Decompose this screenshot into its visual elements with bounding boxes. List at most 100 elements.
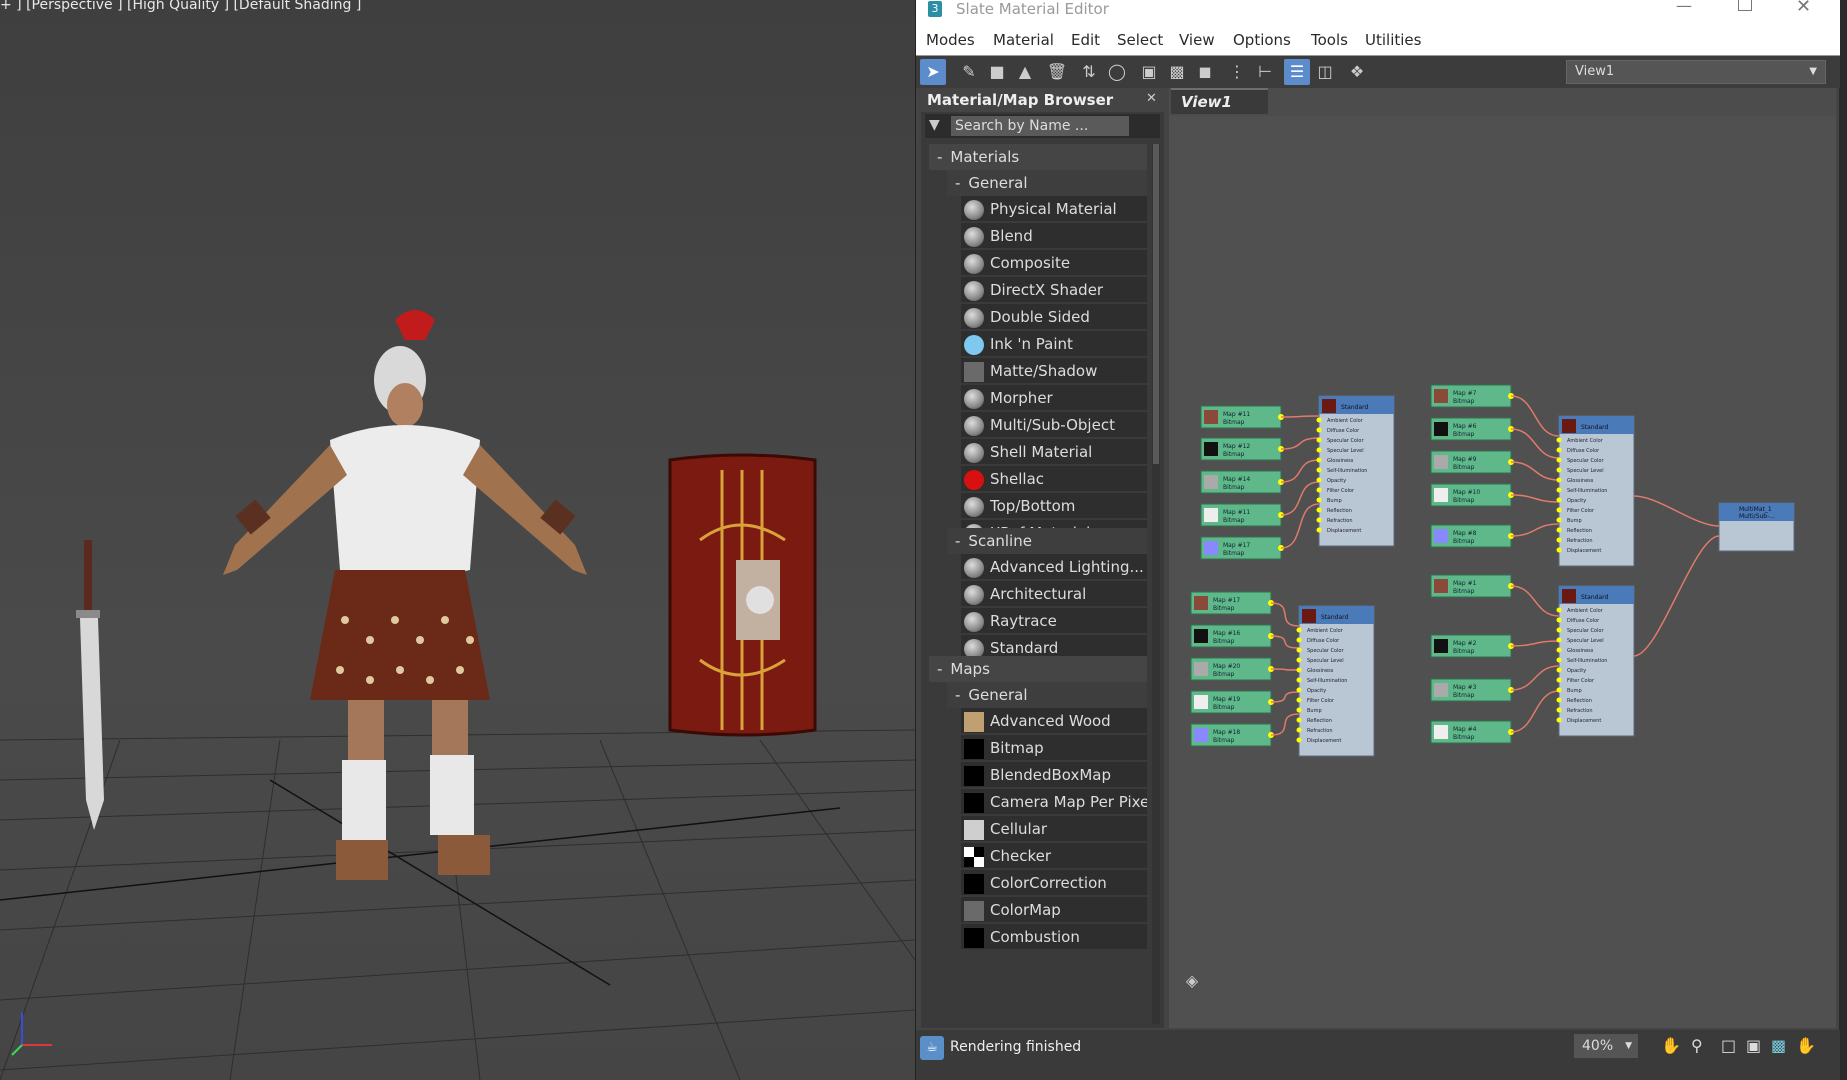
menu-modes[interactable]: Modes (926, 31, 975, 49)
material-item[interactable]: Ink 'n Paint (961, 331, 1147, 357)
show-background-icon[interactable]: ▩ (1164, 59, 1190, 85)
node-canvas[interactable]: Map #11 Bitmap Map #12 Bitmap Map #14 Bitmap M… (1169, 116, 1836, 1028)
layout-all-icon[interactable]: ⋮ (1224, 59, 1250, 85)
map-node-name[interactable]: Map #11 (1223, 509, 1250, 516)
pick-material-icon[interactable]: ✎ (956, 59, 982, 85)
map-item[interactable]: Cellular (961, 816, 1147, 842)
material-browser-toggle-icon[interactable]: ☰ (1284, 59, 1310, 85)
map-node-type[interactable]: Bitmap (1223, 484, 1245, 491)
map-node-name[interactable]: Map #11 (1223, 411, 1250, 418)
map-node-name[interactable]: Map #2 (1453, 640, 1477, 647)
menu-utilities[interactable]: Utilities (1365, 31, 1421, 49)
zoom-level-dropdown[interactable]: 40% ▼ (1574, 1034, 1638, 1058)
map-node-name[interactable]: Map #6 (1453, 423, 1477, 430)
select-tool-icon[interactable]: ➤ (920, 59, 946, 85)
map-node-type[interactable]: Bitmap (1213, 704, 1235, 711)
map-node-name[interactable]: Map #3 (1453, 684, 1477, 691)
maximize-button[interactable] (1738, 0, 1752, 11)
select-by-material-icon[interactable]: ❖ (1344, 59, 1370, 85)
map-item[interactable]: Advanced Wood (961, 708, 1147, 734)
map-node-type[interactable]: Bitmap (1453, 692, 1475, 699)
map-node-type[interactable]: Bitmap (1453, 398, 1475, 405)
group-scanline[interactable]: - Scanline (947, 528, 1147, 554)
browser-close-icon[interactable]: ✕ (1146, 91, 1157, 106)
collapse-icon[interactable]: - (955, 174, 960, 192)
map-node-type[interactable]: Bitmap (1453, 497, 1475, 504)
delete-icon[interactable]: 🗑 (1044, 59, 1070, 85)
material-item[interactable]: Morpher (961, 385, 1147, 411)
material-item[interactable]: Composite (961, 250, 1147, 276)
map-item[interactable]: ColorCorrection (961, 870, 1147, 896)
tab-view1[interactable]: View1 (1171, 88, 1268, 114)
map-node-type[interactable]: Bitmap (1223, 419, 1245, 426)
map-node-name[interactable]: Map #14 (1223, 476, 1250, 483)
menu-options[interactable]: Options (1233, 31, 1291, 49)
map-item[interactable]: Checker (961, 843, 1147, 869)
map-node-type[interactable]: Bitmap (1453, 538, 1475, 545)
map-node-type[interactable]: Bitmap (1453, 431, 1475, 438)
group-materials-general[interactable]: - General (947, 170, 1147, 196)
browser-scrollbar[interactable] (1152, 144, 1160, 1024)
map-node-name[interactable]: Map #19 (1213, 696, 1240, 703)
material-node-type[interactable]: Standard (1321, 614, 1348, 621)
map-node-type[interactable]: Bitmap (1453, 464, 1475, 471)
collapse-icon[interactable]: - (937, 148, 942, 166)
browser-search-bar[interactable]: ▼ Search by Name ... (925, 114, 1160, 138)
pan-to-selected-icon[interactable]: ✋ (1796, 1036, 1816, 1055)
map-item[interactable]: BlendedBoxMap (961, 762, 1147, 788)
material-node-type[interactable]: Standard (1581, 594, 1608, 601)
map-node-name[interactable]: Map #8 (1453, 530, 1477, 537)
map-node-name[interactable]: Map #9 (1453, 456, 1477, 463)
menu-tools[interactable]: Tools (1311, 31, 1348, 49)
material-item[interactable]: Top/Bottom (961, 493, 1147, 519)
material-item[interactable]: Shellac (961, 466, 1147, 492)
map-node-type[interactable]: Bitmap (1223, 550, 1245, 557)
map-node-type[interactable]: Bitmap (1213, 638, 1235, 645)
map-node-type[interactable]: Bitmap (1213, 605, 1235, 612)
material-item[interactable]: Multi/Sub-Object (961, 412, 1147, 438)
multi-node-type[interactable]: Multi/Sub-... (1739, 513, 1775, 520)
put-to-scene-icon[interactable]: ■ (984, 59, 1010, 85)
zoom-extents-selected-icon[interactable]: ▩ (1771, 1036, 1786, 1055)
minimize-button[interactable]: — (1676, 0, 1692, 15)
map-node-type[interactable]: Bitmap (1213, 671, 1235, 678)
map-node-name[interactable]: Map #17 (1213, 597, 1240, 604)
material-item[interactable]: Double Sided (961, 304, 1147, 330)
map-node-name[interactable]: Map #4 (1453, 726, 1477, 733)
material-item[interactable]: Matte/Shadow (961, 358, 1147, 384)
perspective-viewport[interactable]: + ] [Perspective ] [High Quality ] [Defa… (0, 0, 915, 1080)
material-item[interactable]: Shell Material (961, 439, 1147, 465)
group-maps-general[interactable]: - General (947, 682, 1147, 708)
category-materials[interactable]: - Materials (929, 144, 1147, 170)
scanline-material-item[interactable]: Advanced Lighting... (961, 554, 1147, 580)
hide-unused-icon[interactable]: ◯ (1104, 59, 1130, 85)
move-children-icon[interactable]: ⇅ (1076, 59, 1102, 85)
map-node-name[interactable]: Map #7 (1453, 390, 1477, 397)
material-item[interactable]: Blend (961, 223, 1147, 249)
map-node-name[interactable]: Map #12 (1223, 443, 1250, 450)
zoom-icon[interactable]: ⚲ (1691, 1036, 1703, 1055)
category-maps[interactable]: - Maps (929, 656, 1147, 682)
assign-to-selection-icon[interactable]: ▲ (1012, 59, 1038, 85)
scanline-material-item[interactable]: Architectural (961, 581, 1147, 607)
navigator-icon[interactable]: ◈ (1181, 971, 1203, 993)
map-item[interactable]: Combustion (961, 924, 1147, 950)
map-node-name[interactable]: Map #18 (1213, 729, 1240, 736)
map-item[interactable]: ColorMap (961, 897, 1147, 923)
scrollbar-thumb[interactable] (1153, 144, 1159, 464)
show-end-result-icon[interactable]: ◼ (1192, 59, 1218, 85)
collapse-icon[interactable]: - (937, 660, 942, 678)
map-item[interactable]: Bitmap (961, 735, 1147, 761)
map-node-type[interactable]: Bitmap (1223, 517, 1245, 524)
map-node-type[interactable]: Bitmap (1453, 588, 1475, 595)
collapse-icon[interactable]: - (955, 532, 960, 550)
map-node-name[interactable]: Map #16 (1213, 630, 1240, 637)
pan-hand-icon[interactable]: ✋ (1661, 1036, 1681, 1055)
material-item[interactable]: Physical Material (961, 196, 1147, 222)
map-node-name[interactable]: Map #1 (1453, 580, 1477, 587)
map-item[interactable]: Camera Map Per Pixel (961, 789, 1147, 815)
view-select-dropdown[interactable]: View1 ▼ (1566, 60, 1826, 84)
parameter-editor-toggle-icon[interactable]: ◫ (1312, 59, 1338, 85)
search-input[interactable]: Search by Name ... (951, 116, 1129, 136)
show-map-icon[interactable]: ▣ (1136, 59, 1162, 85)
